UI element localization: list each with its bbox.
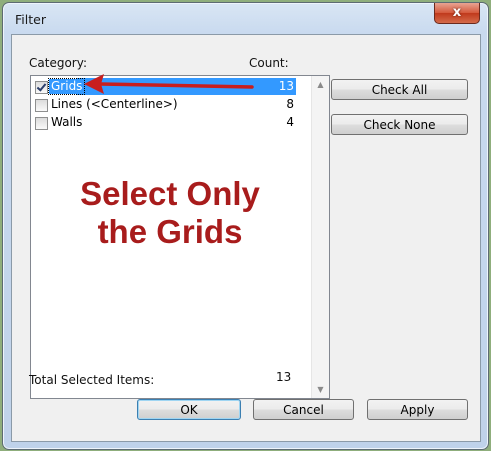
red-arrow-icon	[84, 74, 254, 94]
